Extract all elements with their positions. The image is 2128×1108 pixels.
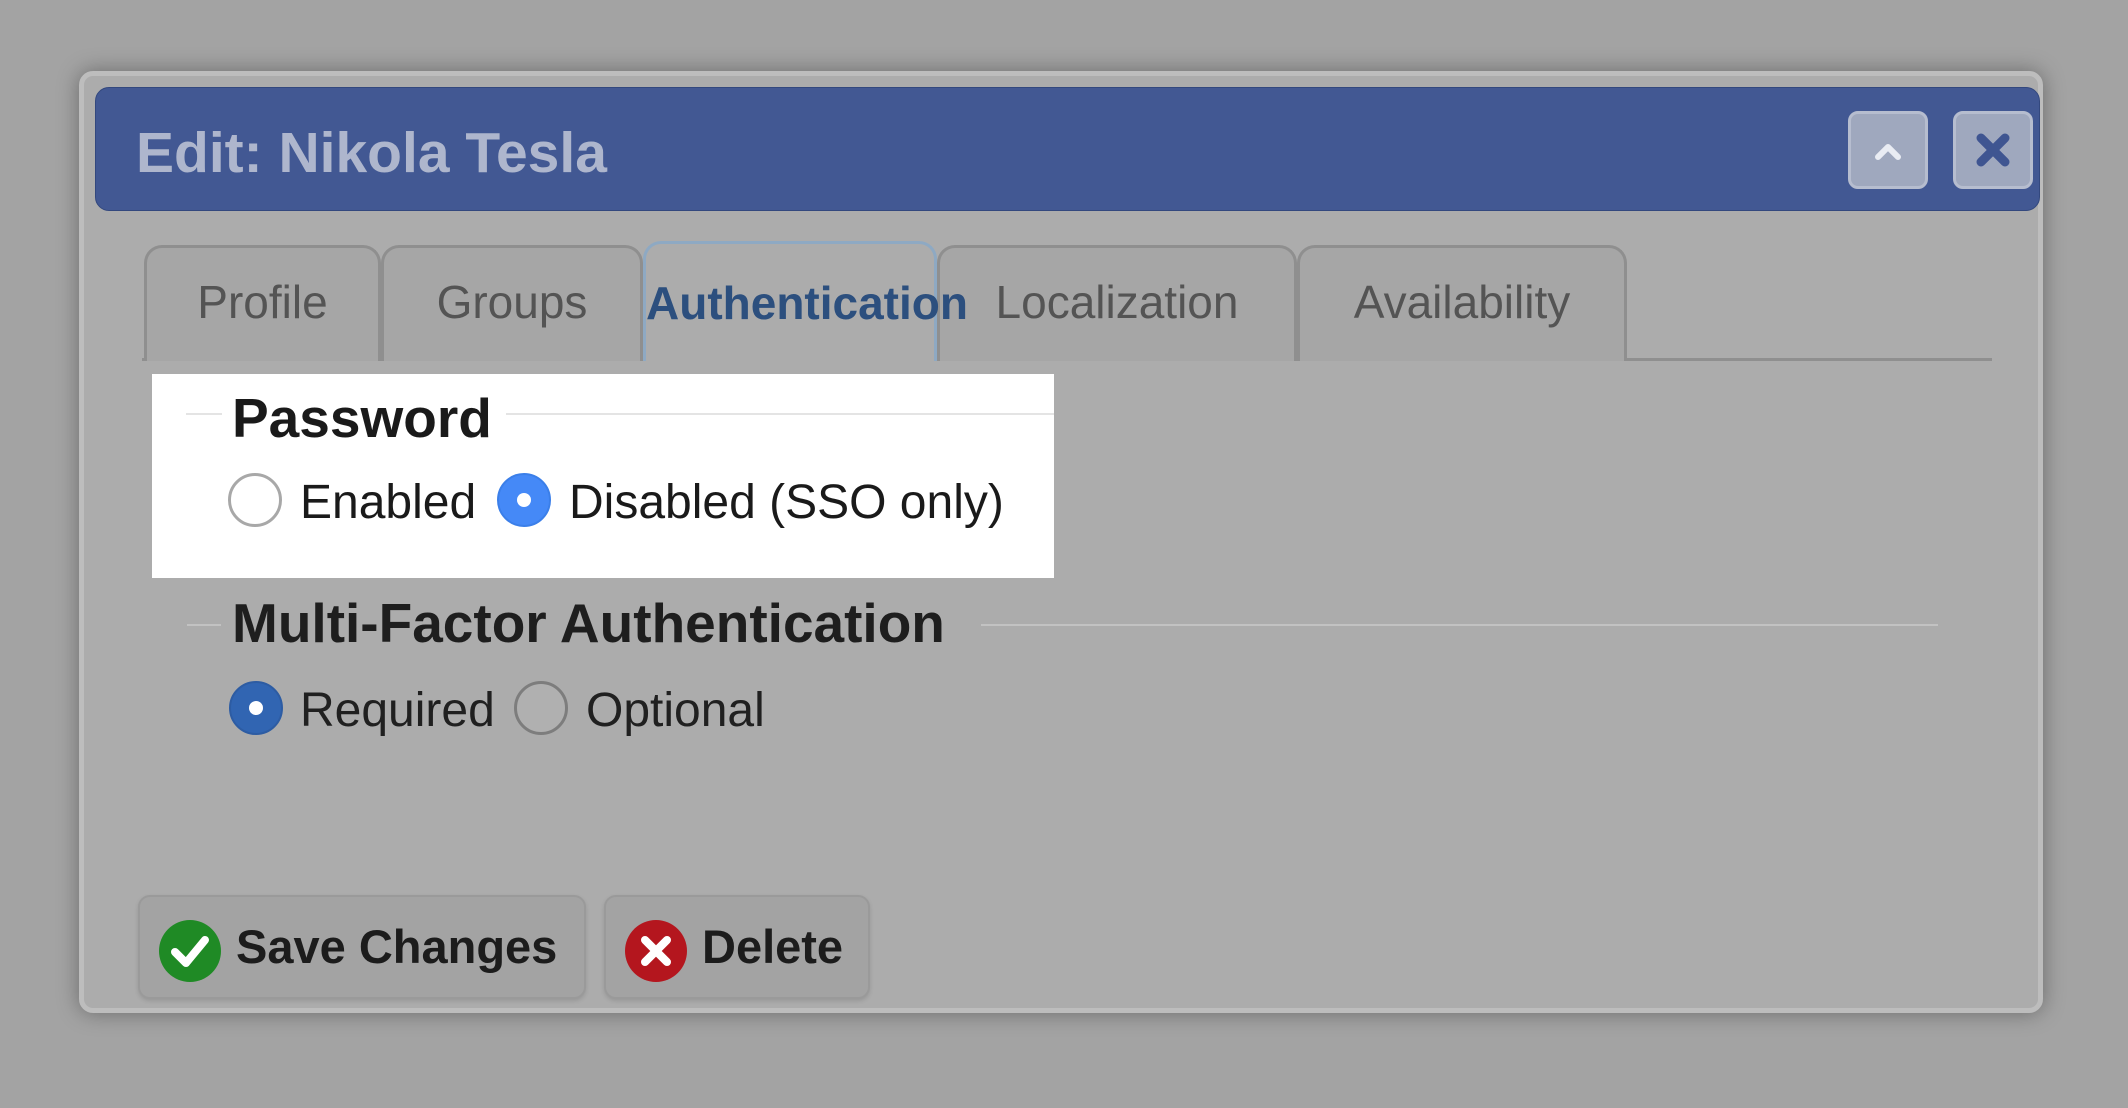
tab-localization[interactable]: Localization (937, 245, 1297, 361)
password-enabled-radio[interactable] (228, 473, 282, 527)
password-fieldset-border-right (506, 413, 1054, 415)
mfa-optional-radio[interactable] (514, 681, 568, 735)
delete-button[interactable]: Delete (604, 895, 870, 999)
delete-label: Delete (702, 920, 844, 973)
dialog-titlebar[interactable]: Edit: Nikola Tesla (95, 87, 2040, 211)
mfa-legend: Multi-Factor Authentication (232, 592, 945, 654)
password-legend: Password (232, 387, 492, 449)
green-checkmark-icon (159, 920, 221, 982)
tab-profile[interactable]: Profile (144, 245, 381, 361)
close-button[interactable] (1953, 111, 2033, 189)
mfa-fieldset-border-right (981, 624, 1938, 626)
password-disabled-radio[interactable] (497, 473, 551, 527)
chevron-up-icon (1875, 144, 1901, 160)
tab-authentication[interactable]: Authentication (643, 241, 968, 361)
close-x-icon (1976, 133, 2010, 167)
mfa-optional-label[interactable]: Optional (586, 683, 765, 738)
tab-groups[interactable]: Groups (381, 245, 643, 361)
mfa-required-radio[interactable] (229, 681, 283, 735)
password-fieldset-border-left (186, 413, 222, 415)
mfa-required-label[interactable]: Required (300, 683, 495, 738)
password-enabled-label[interactable]: Enabled (300, 475, 476, 530)
save-changes-label: Save Changes (236, 920, 558, 973)
collapse-button[interactable] (1848, 111, 1928, 189)
password-disabled-label[interactable]: Disabled (SSO only) (569, 475, 1004, 530)
red-x-circle-icon (625, 920, 687, 982)
password-fieldset: Password Enabled Disabled (SSO only) (152, 374, 1054, 578)
mfa-fieldset-border-left (187, 624, 221, 626)
dialog-title: Edit: Nikola Tesla (136, 121, 607, 185)
save-changes-button[interactable]: Save Changes (138, 895, 586, 999)
tab-availability[interactable]: Availability (1297, 245, 1627, 361)
